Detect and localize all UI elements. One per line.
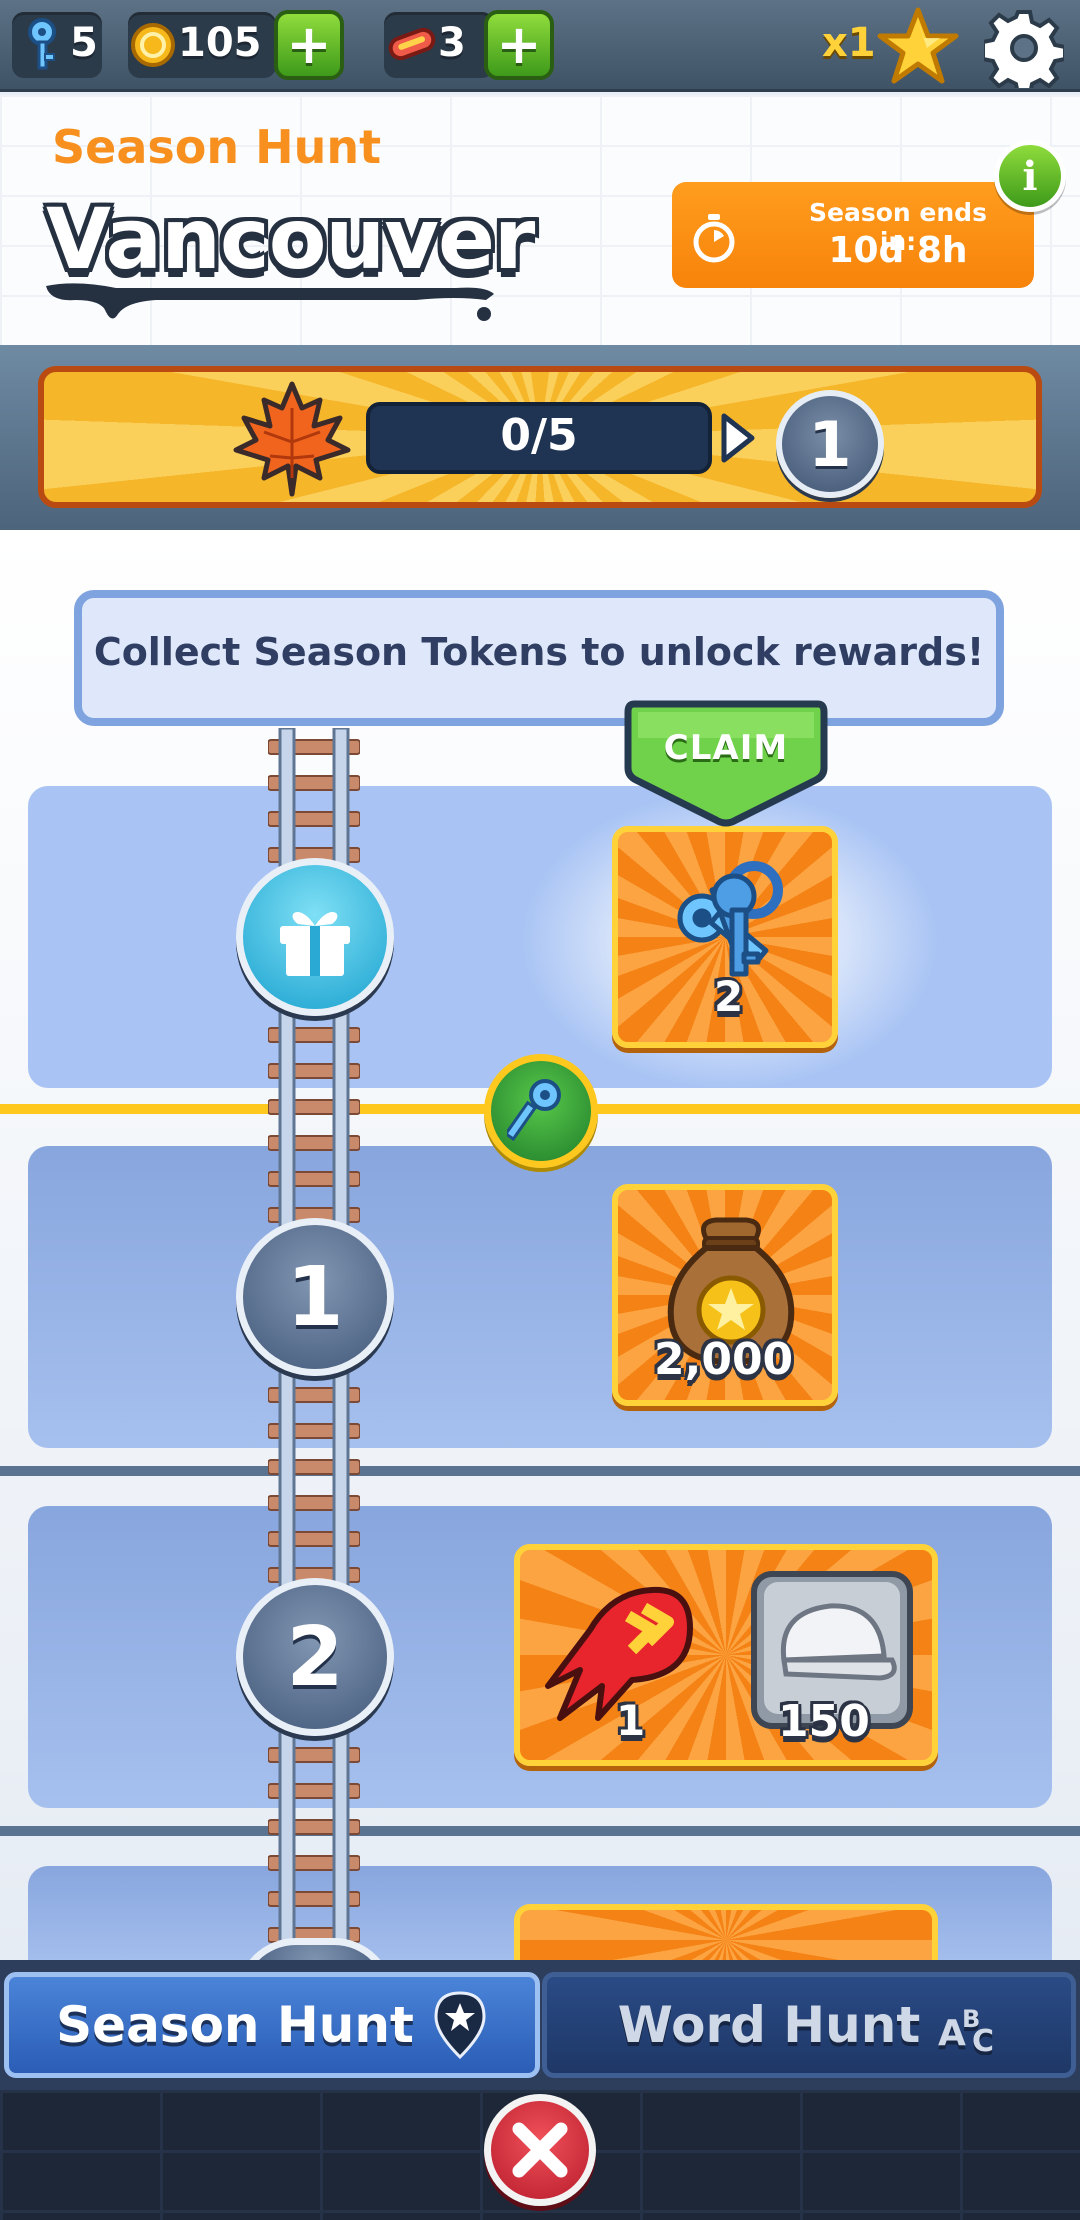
tier-divider <box>0 1826 1080 1836</box>
tab-word-hunt-label: Word Hunt <box>617 1996 921 2054</box>
reward-amount: 2 <box>714 972 744 1021</box>
tab-season-hunt-label: Season Hunt <box>56 1996 414 2054</box>
score-multiplier: x1 <box>822 20 876 66</box>
info-button[interactable]: i <box>994 140 1066 212</box>
next-tier-badge: 1 <box>776 390 884 498</box>
reward-amount-boost: 1 <box>616 1696 646 1745</box>
close-icon <box>512 2122 568 2178</box>
coins-count: 105 <box>178 20 262 66</box>
tier-divider <box>0 1466 1080 1476</box>
abc-letters-icon: A B C <box>938 2005 994 2055</box>
city-title: Vancouver <box>46 190 535 288</box>
tab-word-hunt[interactable]: Word Hunt A B C <box>542 1972 1076 2078</box>
tier-row-1 <box>28 1146 1052 1448</box>
gift-icon <box>280 911 350 976</box>
stopwatch-icon <box>693 214 735 263</box>
map-pin-icon <box>434 1991 486 2060</box>
arrow-right-icon <box>721 413 755 463</box>
progress-text: 0/5 <box>500 410 578 461</box>
tier-node-1: 1 <box>236 1218 394 1376</box>
tier-node-2: 2 <box>236 1578 394 1736</box>
gift-node <box>236 858 394 1016</box>
hoverboards-count: 3 <box>438 20 466 66</box>
claim-button[interactable]: CLAIM <box>624 728 828 768</box>
graffiti-drip <box>46 283 494 321</box>
hoverboard-icon <box>388 27 436 61</box>
reward-card-coins[interactable]: 2,000 <box>612 1184 838 1406</box>
key-icon <box>28 18 56 70</box>
gear-icon[interactable] <box>984 8 1064 88</box>
tab-season-hunt[interactable]: Season Hunt <box>4 1972 540 2078</box>
info-icon: i <box>1022 152 1038 200</box>
reward-amount-cap: 150 <box>778 1696 870 1747</box>
buy-coins-button[interactable]: + <box>274 10 344 80</box>
instruction-text: Collect Season Tokens to unlock rewards! <box>93 630 985 674</box>
maple-leaf-icon <box>233 381 351 497</box>
close-button[interactable] <box>484 2094 596 2206</box>
reward-amount: 2,000 <box>654 1334 794 1385</box>
current-progress-marker <box>484 1054 598 1168</box>
key-icon <box>507 1079 561 1142</box>
coin-icon <box>131 23 175 67</box>
buy-hoverboards-button[interactable]: + <box>484 10 554 80</box>
event-label: Season Hunt <box>52 120 382 174</box>
star-icon <box>877 7 959 84</box>
svg-text:C: C <box>972 2024 994 2055</box>
keys-count: 5 <box>70 20 98 66</box>
reward-card-keys[interactable]: 2 <box>612 826 838 1048</box>
timer-value: 10d 8h <box>828 230 968 271</box>
currency-bar: 5 105 + 3 + x1 <box>0 0 1080 92</box>
reward-card-bundle[interactable]: 1 150 <box>514 1544 938 1766</box>
